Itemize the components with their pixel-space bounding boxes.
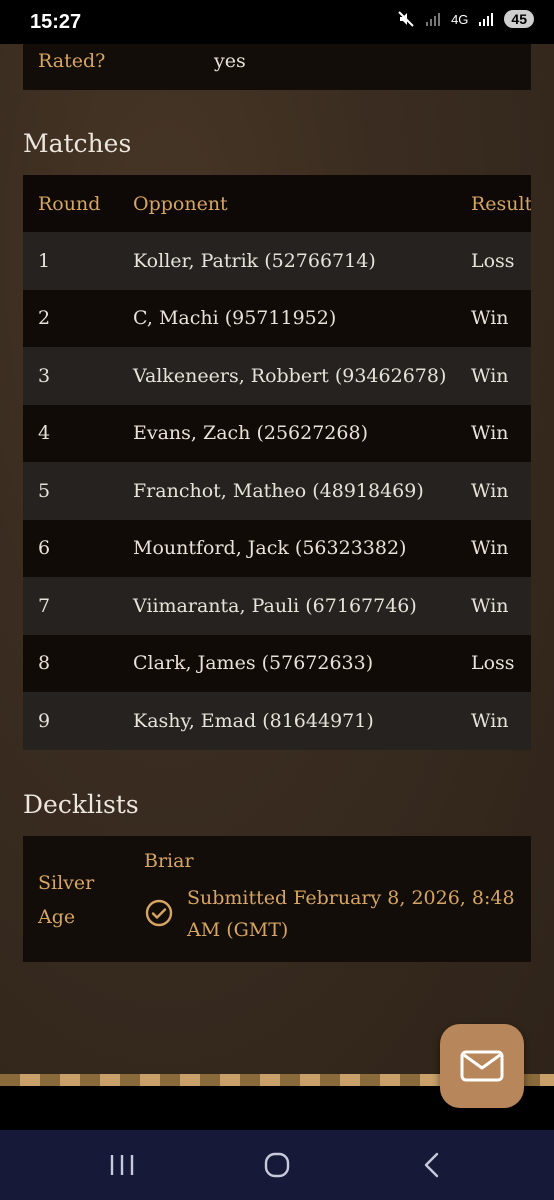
matches-table: Round Opponent Result 1 Koller, Patrik (…: [23, 175, 531, 750]
opponent-cell: Kashy, Emad (81644971): [133, 692, 471, 750]
details-card: Rated? yes: [23, 44, 531, 90]
deck-name[interactable]: Briar: [144, 850, 194, 872]
page-content: Rated? yes Matches Round Opponent Result…: [0, 44, 554, 1074]
round-cell: 4: [23, 404, 133, 462]
result-cell: Win: [471, 404, 531, 462]
round-cell: 2: [23, 289, 133, 347]
table-row: 5 Franchot, Matheo (48918469) Win: [23, 462, 531, 520]
table-row: 8 Clark, James (57672633) Loss: [23, 634, 531, 692]
column-header-opponent: Opponent: [133, 175, 471, 232]
table-row: 6 Mountford, Jack (56323382) Win: [23, 519, 531, 577]
result-cell: Win: [471, 519, 531, 577]
table-row: 7 Viimaranta, Pauli (67167746) Win: [23, 577, 531, 635]
opponent-cell: Koller, Patrik (52766714): [133, 232, 471, 290]
table-row: 1 Koller, Patrik (52766714) Loss: [23, 232, 531, 290]
recent-apps-icon[interactable]: [102, 1150, 142, 1180]
result-cell: Win: [471, 347, 531, 405]
opponent-cell: Franchot, Matheo (48918469): [133, 462, 471, 520]
opponent-cell: Mountford, Jack (56323382): [133, 519, 471, 577]
round-cell: 3: [23, 347, 133, 405]
signal-icon-weak: [426, 13, 441, 26]
battery-badge: 45: [504, 10, 534, 28]
round-cell: 7: [23, 577, 133, 635]
opponent-cell: Clark, James (57672633): [133, 634, 471, 692]
round-cell: 9: [23, 692, 133, 750]
rated-value: yes: [214, 50, 246, 72]
matches-heading: Matches: [23, 129, 132, 158]
result-cell: Loss: [471, 634, 531, 692]
result-cell: Win: [471, 577, 531, 635]
opponent-cell: Viimaranta, Pauli (67167746): [133, 577, 471, 635]
signal-icon: [479, 13, 494, 26]
opponent-cell: Evans, Zach (25627268): [133, 404, 471, 462]
status-bar: 15:27 4G 45: [0, 0, 554, 44]
system-nav-bar: [0, 1130, 554, 1200]
table-row: 9 Kashy, Emad (81644971) Win: [23, 692, 531, 750]
opponent-cell: C, Machi (95711952): [133, 289, 471, 347]
rated-label: Rated?: [38, 50, 106, 72]
round-cell: 8: [23, 634, 133, 692]
check-circle-icon: [145, 899, 173, 927]
mail-icon: [460, 1050, 504, 1082]
status-icons: 4G 45: [397, 10, 534, 28]
opponent-cell: Valkeneers, Robbert (93462678): [133, 347, 471, 405]
contact-button[interactable]: [440, 1024, 524, 1108]
mute-icon: [398, 11, 414, 27]
column-header-result: Result: [471, 175, 531, 232]
submission-status: Submitted February 8, 2026, 8:48 AM (GMT…: [187, 887, 515, 941]
decklist-card[interactable]: Silver Age Briar Submitted February 8, 2…: [23, 836, 531, 962]
home-icon[interactable]: [257, 1150, 297, 1180]
status-time: 15:27: [30, 11, 82, 33]
result-cell: Win: [471, 692, 531, 750]
round-cell: 5: [23, 462, 133, 520]
back-icon[interactable]: [412, 1150, 452, 1180]
round-cell: 1: [23, 232, 133, 290]
table-row: 3 Valkeneers, Robbert (93462678) Win: [23, 347, 531, 405]
matches-table-wrapper[interactable]: Round Opponent Result 1 Koller, Patrik (…: [23, 175, 531, 750]
column-header-round: Round: [23, 175, 133, 232]
table-row: 2 C, Machi (95711952) Win: [23, 289, 531, 347]
result-cell: Win: [471, 462, 531, 520]
deck-format: Silver Age: [38, 872, 95, 928]
table-row: 4 Evans, Zach (25627268) Win: [23, 404, 531, 462]
table-header-row: Round Opponent Result: [23, 175, 531, 232]
result-cell: Loss: [471, 232, 531, 290]
round-cell: 6: [23, 519, 133, 577]
result-cell: Win: [471, 289, 531, 347]
decklists-heading: Decklists: [23, 790, 139, 819]
network-type: 4G: [451, 11, 469, 27]
